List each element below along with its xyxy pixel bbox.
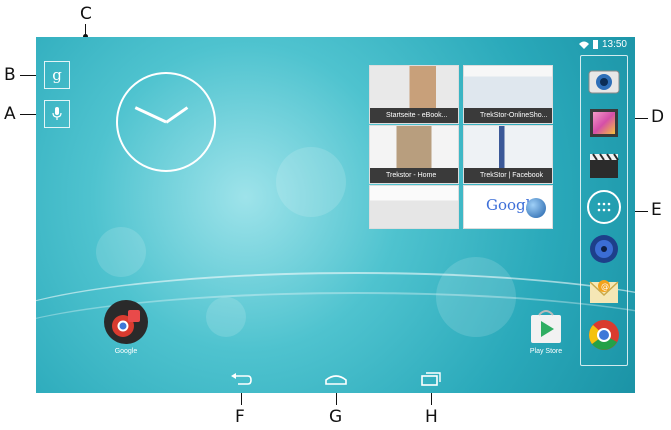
analog-clock-widget[interactable]	[116, 72, 216, 172]
google-app-folder[interactable]	[104, 300, 148, 344]
music-icon[interactable]	[587, 232, 621, 266]
recent-tab-thumbnail[interactable]: TrekStor-OnlineSho...	[463, 65, 553, 124]
callout-a: A	[4, 104, 16, 124]
play-store-app[interactable]	[527, 309, 565, 345]
recent-tab-label: TrekStor-OnlineSho...	[464, 108, 552, 123]
wallpaper-bokeh	[276, 147, 346, 217]
google-search-button[interactable]: g	[44, 61, 70, 89]
recent-apps-icon[interactable]	[420, 372, 442, 386]
tablet-home-screen: 13:50 g Startseite - eBook... TrekStor-O…	[36, 37, 635, 393]
tab-preview	[370, 66, 458, 108]
all-apps-button[interactable]	[587, 190, 621, 224]
callout-b: B	[4, 65, 16, 85]
recent-tab-label: TrekStor | Facebook	[464, 168, 552, 183]
battery-icon	[592, 40, 598, 49]
callout-h: H	[425, 407, 438, 427]
favorites-dock: @	[580, 55, 628, 366]
google-search-icon: g	[52, 66, 62, 84]
callout-e: E	[651, 200, 662, 220]
tab-preview	[464, 66, 552, 108]
recent-tab-thumbnail[interactable]: Trekstor - Home	[369, 125, 459, 184]
globe-icon	[526, 198, 546, 218]
tab-preview	[370, 186, 458, 228]
callout-f: F	[235, 407, 245, 427]
recent-tab-thumbnail[interactable]: Startseite - eBook...	[369, 65, 459, 124]
recent-tab-thumbnail[interactable]: Google	[463, 185, 553, 229]
back-icon[interactable]	[230, 372, 252, 386]
recent-tab-label: Startseite - eBook...	[370, 108, 458, 123]
callout-g-leader	[336, 393, 337, 405]
mic-icon	[52, 107, 62, 120]
play-store-label: Play Store	[529, 348, 563, 355]
recent-tab-thumbnail[interactable]	[369, 185, 459, 229]
recent-tab-thumbnail[interactable]: TrekStor | Facebook	[463, 125, 553, 184]
video-icon[interactable]	[587, 148, 621, 182]
clock-hour-hand	[165, 106, 189, 124]
callout-c: C	[80, 4, 92, 24]
email-icon[interactable]: @	[587, 274, 621, 308]
recent-tabs-widget: Startseite - eBook... TrekStor-OnlineSho…	[369, 65, 553, 239]
gallery-icon[interactable]	[587, 106, 621, 140]
status-time: 13:50	[601, 39, 627, 50]
all-apps-icon	[597, 202, 611, 212]
clock-minute-hand	[134, 106, 167, 124]
status-bar: 13:50	[578, 39, 627, 50]
camera-icon[interactable]	[587, 64, 621, 98]
callout-f-leader	[241, 393, 242, 405]
play-store-icon	[531, 310, 561, 343]
wifi-icon	[578, 41, 589, 49]
recent-tab-label: Trekstor - Home	[370, 168, 458, 183]
callout-d: D	[651, 107, 665, 127]
tab-preview	[464, 126, 552, 168]
wallpaper-bokeh	[96, 227, 146, 277]
tab-preview	[370, 126, 458, 168]
voice-search-button[interactable]	[44, 100, 70, 128]
google-folder-label: Google	[114, 348, 138, 355]
chrome-icon[interactable]	[587, 318, 621, 352]
google-folder-icon	[112, 310, 140, 337]
home-icon[interactable]	[324, 372, 348, 386]
callout-g: G	[329, 407, 343, 427]
callout-h-leader	[431, 393, 432, 405]
svg-text:@: @	[601, 282, 609, 291]
callout-c-leader	[85, 24, 86, 35]
